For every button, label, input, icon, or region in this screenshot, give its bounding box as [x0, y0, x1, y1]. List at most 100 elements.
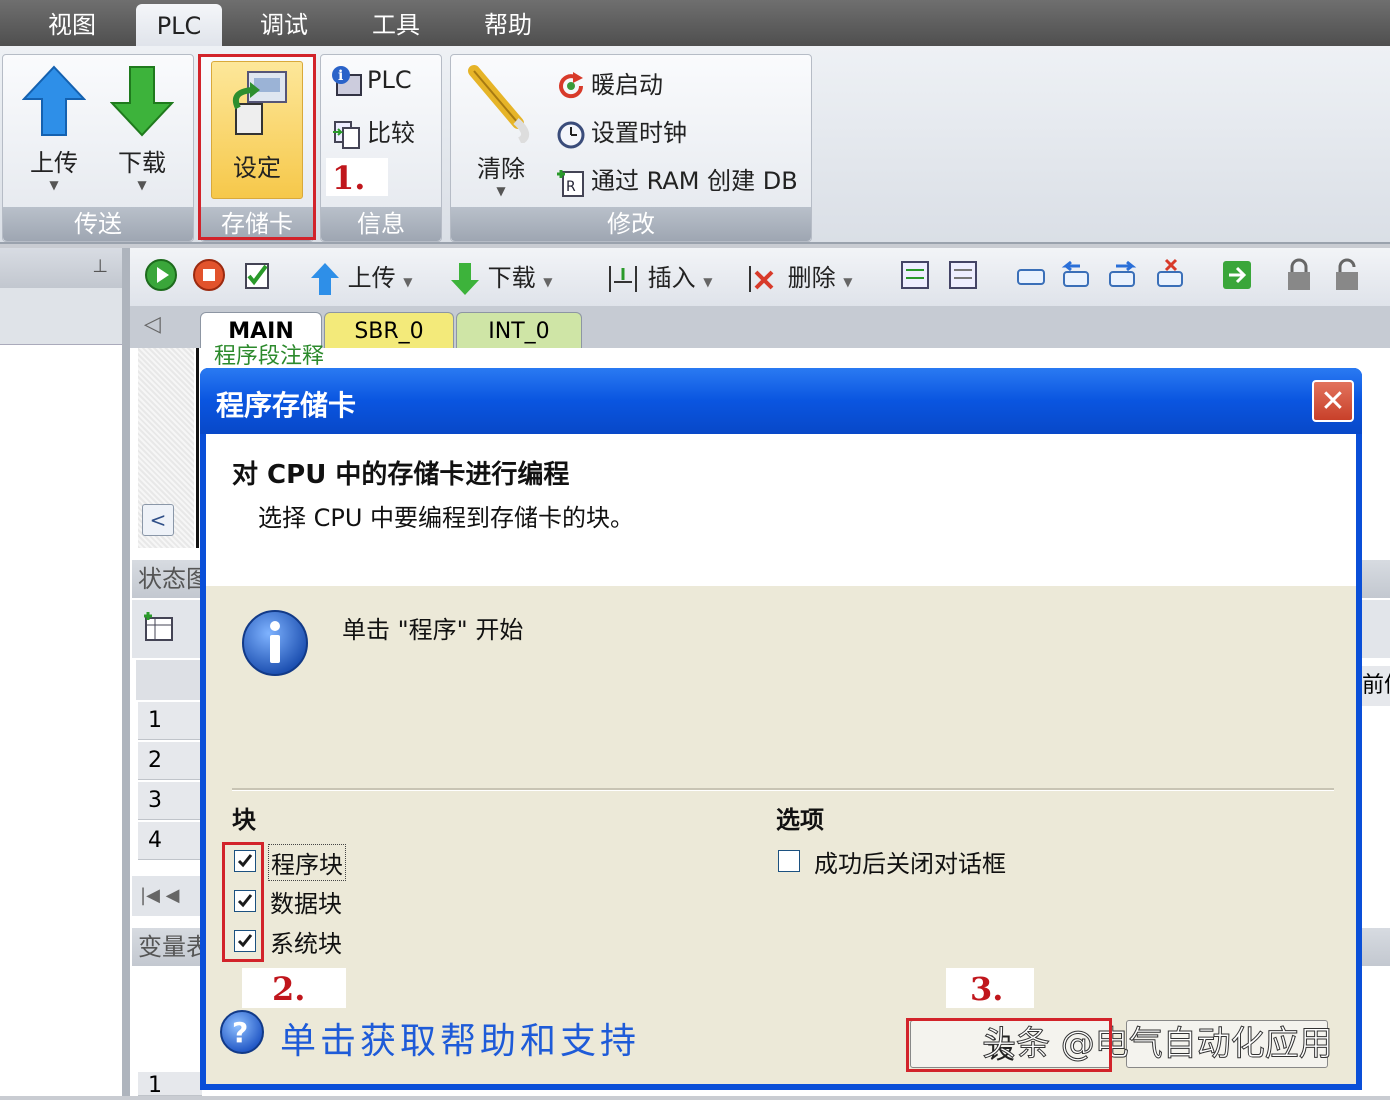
left-panel-toolbar: [0, 288, 122, 345]
toolbar-delete-button[interactable]: 删除 ▼: [746, 258, 853, 296]
menu-tools[interactable]: 工具: [346, 0, 446, 46]
rectangle-icon[interactable]: [1014, 258, 1048, 292]
download-label: 下载: [118, 149, 166, 177]
warm-start-label: 暖启动: [591, 71, 663, 99]
warm-start-button[interactable]: 暖启动: [555, 65, 663, 102]
compile-icon[interactable]: [240, 258, 274, 292]
compare-button[interactable]: 比较: [331, 113, 415, 150]
svg-text:?: ?: [232, 1016, 248, 1049]
svg-text:R: R: [566, 179, 576, 195]
pin-icon[interactable]: ⊥: [92, 256, 108, 277]
plc-info-label: PLC: [367, 66, 412, 94]
tab-sbr-0[interactable]: SBR_0: [324, 312, 454, 349]
lock-icon[interactable]: [1282, 258, 1316, 292]
menu-plc[interactable]: PLC: [136, 4, 222, 48]
dialog-heading: 对 CPU 中的存储卡进行编程: [232, 460, 570, 490]
create-db-from-ram-button[interactable]: R 通过 RAM 创建 DB: [555, 161, 798, 198]
upload-label: 上传: [30, 149, 78, 177]
dropdown-icon: ▼: [703, 275, 713, 289]
info-text: 单击 "程序" 开始: [342, 616, 524, 644]
dropdown-icon: ▼: [496, 184, 506, 198]
data-block-label[interactable]: 数据块: [270, 884, 342, 919]
toolbar-upload-label: 上传: [347, 264, 396, 292]
clear-button[interactable]: 清除 ▼: [461, 63, 541, 198]
upload-arrow-icon: [21, 65, 87, 136]
annotation-step-3: 3.: [946, 968, 1034, 1008]
network-2-icon[interactable]: [946, 258, 980, 292]
dialog-subheading: 选择 CPU 中要编程到存储卡的块。: [258, 504, 635, 532]
insert-icon: [609, 266, 637, 292]
menu-bar: 视图 PLC 调试 工具 帮助: [0, 0, 1390, 48]
column-current-value: 前值: [1362, 673, 1390, 698]
arrow-left-icon[interactable]: [1058, 258, 1092, 292]
delete-bookmark-icon[interactable]: [1154, 258, 1188, 292]
left-panel: ⊥: [0, 248, 122, 1096]
download-arrow-icon: [451, 263, 479, 295]
plc-info-button[interactable]: i PLC: [331, 65, 412, 97]
menu-help[interactable]: 帮助: [458, 0, 558, 46]
scroll-left-button[interactable]: <: [142, 504, 174, 536]
menu-view[interactable]: 视图: [20, 0, 124, 46]
variable-row-1: 1: [138, 1072, 202, 1098]
separator: [232, 788, 1334, 791]
stop-icon[interactable]: [192, 258, 226, 292]
dropdown-icon: ▼: [137, 178, 147, 192]
table-add-icon[interactable]: [142, 610, 176, 644]
record-navigation[interactable]: |◀ ◀: [132, 876, 206, 916]
run-icon[interactable]: [144, 258, 178, 292]
info-icon: [242, 610, 308, 676]
status-row-4: 4: [138, 822, 202, 860]
menu-debug[interactable]: 调试: [234, 0, 334, 46]
dropdown-icon: ▼: [49, 178, 59, 192]
refresh-icon: [559, 72, 584, 99]
unlock-icon[interactable]: [1330, 258, 1364, 292]
status-chart-column-header: 前值: [1362, 666, 1390, 706]
close-icon[interactable]: ✕: [1312, 380, 1354, 422]
upload-arrow-icon: [311, 263, 339, 295]
ram-db-icon: R: [557, 170, 584, 197]
compare-label: 比较: [367, 119, 415, 147]
annotation-step-1: 1.: [326, 158, 388, 197]
annotation-step-2: 2.: [242, 968, 346, 1008]
help-icon[interactable]: ?: [218, 1008, 266, 1056]
editor-toolbar: 上传 ▼ 下载 ▼ 插入 ▼ 删除 ▼: [130, 248, 1390, 307]
tab-scroll-left-icon[interactable]: ◁: [144, 312, 161, 337]
toolbar-upload-button[interactable]: 上传 ▼: [310, 258, 413, 296]
system-block-label[interactable]: 系统块: [270, 924, 342, 959]
clock-icon: [557, 121, 585, 149]
blocks-label: 块: [232, 806, 256, 834]
network-comment: 程序段注释: [214, 344, 325, 369]
upload-button[interactable]: 上传 ▼: [19, 65, 89, 192]
annotation-box-3: [906, 1018, 1112, 1072]
eraser-icon: [468, 65, 530, 145]
group-label-transfer: 传送: [3, 207, 193, 241]
dialog-title: 程序存储卡: [216, 389, 357, 422]
create-db-label: 通过 RAM 创建 DB: [591, 167, 798, 195]
group-label-modify: 修改: [451, 207, 811, 241]
arrow-right-icon[interactable]: [1106, 258, 1140, 292]
ribbon-group-modify: 清除 ▼ 暖启动 设置时钟 R 通过 RAM 创建 DB 修改: [450, 54, 812, 242]
tab-int-0[interactable]: INT_0: [456, 312, 582, 349]
close-on-success-label[interactable]: 成功后关闭对话框: [814, 844, 1006, 879]
annotation-box-1: [198, 54, 316, 240]
program-block-label[interactable]: 程序块: [268, 844, 346, 881]
status-row-3: 3: [138, 782, 202, 820]
help-link[interactable]: 单击获取帮助和支持: [280, 1012, 640, 1064]
splitter[interactable]: [122, 248, 130, 1096]
network-icon[interactable]: [898, 258, 932, 292]
dropdown-icon: ▼: [843, 275, 853, 289]
download-button[interactable]: 下载 ▼: [107, 65, 177, 192]
close-on-success-checkbox[interactable]: [778, 850, 800, 872]
annotation-box-2: [222, 842, 264, 962]
toolbar-download-button[interactable]: 下载 ▼: [450, 258, 553, 296]
set-clock-button[interactable]: 设置时钟: [555, 113, 687, 150]
toolbar-delete-label: 删除: [787, 264, 836, 292]
svg-text:i: i: [338, 68, 343, 84]
dialog-header: 对 CPU 中的存储卡进行编程 选择 CPU 中要编程到存储卡的块。: [206, 434, 1356, 586]
go-to-icon[interactable]: [1220, 258, 1254, 292]
dialog-title-bar: 程序存储卡 ✕: [200, 368, 1362, 434]
status-row-2: 2: [138, 742, 202, 780]
toolbar-insert-button[interactable]: 插入 ▼: [606, 258, 713, 296]
dropdown-icon: ▼: [543, 275, 553, 289]
status-row-1: 1: [138, 702, 202, 740]
